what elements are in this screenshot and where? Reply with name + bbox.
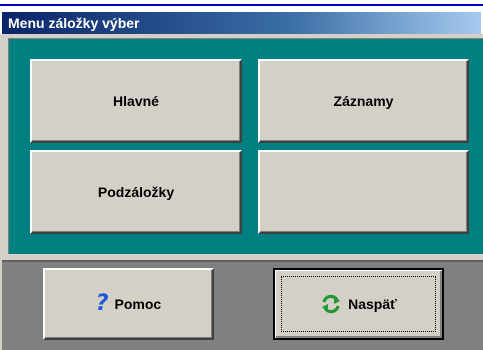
title-bar: Menu záložky výber [2,12,481,34]
refresh-arrows-icon [322,294,341,314]
question-mark-icon: ? [95,291,109,316]
back-button[interactable]: Naspäť [273,268,444,340]
window-title: Menu záložky výber [8,15,140,31]
podzalozky-button[interactable]: Podzáložky [30,150,242,234]
hlavne-button-label: Hlavné [113,93,159,109]
app-window: Menu záložky výber Hlavné Záznamy Podzál… [0,0,483,350]
podzalozky-button-label: Podzáložky [97,184,175,200]
top-strip-line [0,4,483,6]
footer-divider [2,260,483,262]
help-button-label: Pomoc [114,296,162,312]
empty-menu-button[interactable] [258,150,469,234]
hlavne-button[interactable]: Hlavné [30,59,242,143]
zaznamy-button[interactable]: Záznamy [258,59,469,143]
help-button-content: ? Pomoc [96,293,161,315]
zaznamy-button-label: Záznamy [333,93,394,109]
back-button-label: Naspäť [348,296,397,312]
help-button[interactable]: ? Pomoc [43,268,214,340]
top-strip [0,0,483,6]
back-button-content: Naspäť [320,293,397,315]
